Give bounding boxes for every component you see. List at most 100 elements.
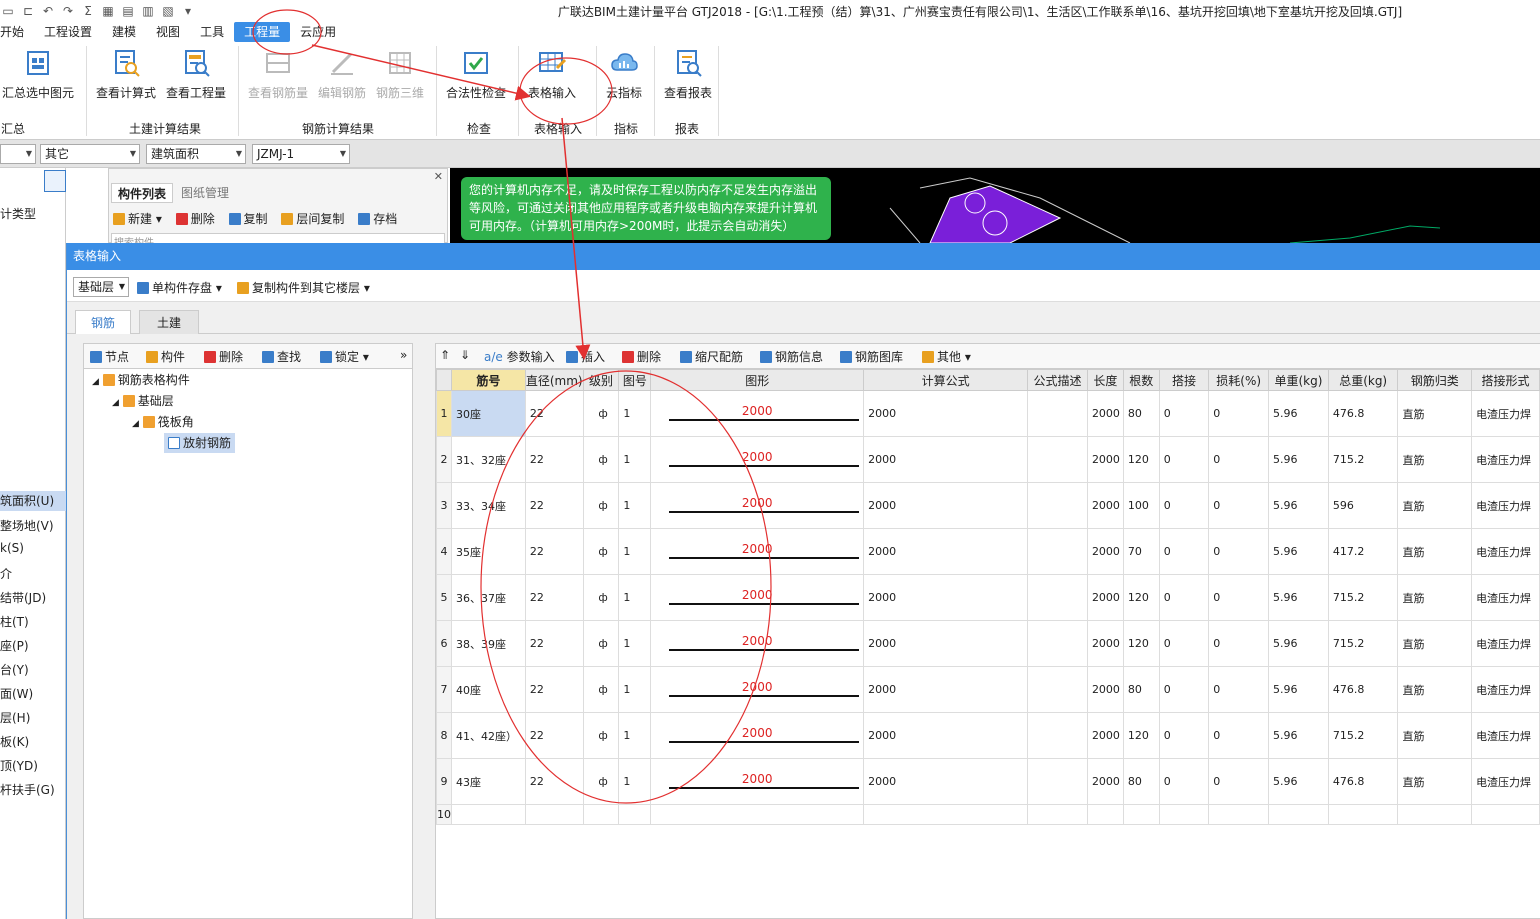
cell-length[interactable]: 2000: [1086, 574, 1124, 621]
table-row[interactable]: 1 30座 22 ф 1 2000 2000 2000 80 0 0 5.96 476.8 直筋 电渣压力焊: [436, 390, 1540, 437]
cell-length[interactable]: 2000: [1086, 390, 1124, 437]
cell-total-weight[interactable]: 596: [1327, 482, 1399, 529]
empty-cell[interactable]: [650, 804, 865, 825]
tab-drawing-manager[interactable]: 图纸管理: [175, 183, 235, 203]
cell-count[interactable]: 100: [1122, 482, 1160, 529]
empty-cell[interactable]: [1122, 804, 1160, 825]
cell-grade[interactable]: ф: [582, 528, 620, 575]
cell-lap-type[interactable]: 电渣压力焊: [1471, 712, 1540, 759]
copy-to-floors-button[interactable]: 复制构件到其它楼层 ▾: [237, 279, 370, 296]
menu-view[interactable]: 视图: [146, 22, 190, 42]
cell-diameter[interactable]: 22: [524, 574, 584, 621]
cell-loss[interactable]: 0: [1208, 666, 1270, 713]
cell-diameter[interactable]: 22: [524, 528, 584, 575]
view-report-button[interactable]: 查看报表: [664, 48, 712, 101]
empty-cell[interactable]: [1158, 804, 1210, 825]
component-combo[interactable]: JZMJ-1 ▼: [252, 144, 350, 164]
cell-formula[interactable]: 2000: [863, 620, 1029, 667]
nav-item[interactable]: 计类型: [0, 205, 36, 222]
nav-item[interactable]: 顶(YD): [0, 757, 38, 774]
empty-cell[interactable]: [451, 804, 526, 825]
cell-figure-no[interactable]: 1: [618, 620, 652, 667]
cell-lap-type[interactable]: 电渣压力焊: [1471, 528, 1540, 575]
save-single-button[interactable]: 单构件存盘 ▾: [137, 279, 222, 296]
cell-formula-desc[interactable]: [1027, 482, 1088, 529]
table-row-empty[interactable]: 10: [436, 804, 1540, 825]
cell-grade[interactable]: ф: [582, 574, 620, 621]
cell-grade[interactable]: ф: [582, 666, 620, 713]
cell-loss[interactable]: 0: [1208, 528, 1270, 575]
header-count[interactable]: 根数: [1122, 369, 1160, 391]
cell-lap-type[interactable]: 电渣压力焊: [1471, 574, 1540, 621]
cell-loss[interactable]: 0: [1208, 390, 1270, 437]
nav-item[interactable]: 层(H): [0, 709, 30, 726]
header-category[interactable]: 钢筋归类: [1397, 369, 1473, 391]
menu-project-settings[interactable]: 工程设置: [34, 22, 102, 42]
cell-shape[interactable]: 2000: [650, 390, 865, 437]
menu-start[interactable]: 开始: [0, 22, 34, 42]
cell-formula[interactable]: 2000: [863, 758, 1029, 805]
header-length[interactable]: 长度: [1086, 369, 1124, 391]
cell-length[interactable]: 2000: [1086, 620, 1124, 667]
empty-cell[interactable]: [1027, 804, 1088, 825]
parameter-input-button[interactable]: a/e 参数输入: [484, 348, 555, 365]
cell-unit-weight[interactable]: 5.96: [1268, 712, 1329, 759]
cell-figure-no[interactable]: 1: [618, 436, 652, 483]
row-number[interactable]: 2: [436, 436, 452, 483]
cell-length[interactable]: 2000: [1086, 528, 1124, 575]
cell-bar-no[interactable]: 31、32座: [451, 436, 526, 483]
row-number[interactable]: 9: [436, 758, 452, 805]
cell-formula-desc[interactable]: [1027, 436, 1088, 483]
empty-cell[interactable]: [618, 804, 652, 825]
cell-bar-no[interactable]: 40座: [451, 666, 526, 713]
cell-count[interactable]: 70: [1122, 528, 1160, 575]
tab-component-list[interactable]: 构件列表: [111, 183, 174, 203]
cell-formula[interactable]: 2000: [863, 666, 1029, 713]
cell-grade[interactable]: ф: [582, 482, 620, 529]
cell-bar-no[interactable]: 38、39座: [451, 620, 526, 667]
tab-rebar[interactable]: 钢筋: [75, 310, 131, 334]
cell-lap[interactable]: 0: [1158, 666, 1210, 713]
row-number[interactable]: 8: [436, 712, 452, 759]
nav-item[interactable]: 板(K): [0, 733, 29, 750]
nav-item[interactable]: 台(Y): [0, 661, 29, 678]
table-row[interactable]: 8 41、42座） 22 ф 1 2000 2000 2000 120 0 0 5.96 715.2 直筋…: [436, 712, 1540, 759]
table-row[interactable]: 3 33、34座 22 ф 1 2000 2000 2000 100 0 0 5.96 596 直筋 电渣压…: [436, 482, 1540, 529]
cell-formula[interactable]: 2000: [863, 574, 1029, 621]
cell-shape[interactable]: 2000: [650, 528, 865, 575]
floor-select[interactable]: 基础层 ▼: [73, 277, 129, 297]
cell-length[interactable]: 2000: [1086, 666, 1124, 713]
cell-figure-no[interactable]: 1: [618, 528, 652, 575]
cell-total-weight[interactable]: 715.2: [1327, 574, 1399, 621]
nav-item[interactable]: k(S): [0, 541, 24, 555]
cell-count[interactable]: 120: [1122, 712, 1160, 759]
cell-diameter[interactable]: 22: [524, 390, 584, 437]
empty-cell[interactable]: [1327, 804, 1399, 825]
category-combo[interactable]: 其它 ▼: [40, 144, 140, 164]
move-up-icon[interactable]: ⇑: [440, 348, 450, 362]
cell-loss[interactable]: 0: [1208, 482, 1270, 529]
cell-length[interactable]: 2000: [1086, 436, 1124, 483]
empty-cell[interactable]: [863, 804, 1029, 825]
summary-selected-button[interactable]: 汇总选中图元: [2, 48, 74, 101]
tree-delete-button[interactable]: 删除: [204, 348, 243, 365]
cell-bar-no[interactable]: 41、42座）: [451, 712, 526, 759]
find-button[interactable]: 查找: [262, 348, 301, 365]
empty-cell[interactable]: [1471, 804, 1540, 825]
cell-formula[interactable]: 2000: [863, 528, 1029, 575]
row-number[interactable]: 1: [436, 390, 452, 437]
cell-lap[interactable]: 0: [1158, 528, 1210, 575]
cell-unit-weight[interactable]: 5.96: [1268, 620, 1329, 667]
scaled-rebar-button[interactable]: 缩尺配筋: [680, 348, 743, 365]
cell-length[interactable]: 2000: [1086, 758, 1124, 805]
cell-lap[interactable]: 0: [1158, 712, 1210, 759]
legality-check-button[interactable]: 合法性检查: [446, 48, 506, 101]
cell-formula-desc[interactable]: [1027, 712, 1088, 759]
cell-formula-desc[interactable]: [1027, 528, 1088, 575]
cell-shape[interactable]: 2000: [650, 436, 865, 483]
nav-item[interactable]: 柱(T): [0, 613, 29, 630]
cell-lap-type[interactable]: 电渣压力焊: [1471, 436, 1540, 483]
row-number[interactable]: 3: [436, 482, 452, 529]
header-lap-type[interactable]: 搭接形式: [1471, 369, 1540, 391]
cell-figure-no[interactable]: 1: [618, 390, 652, 437]
